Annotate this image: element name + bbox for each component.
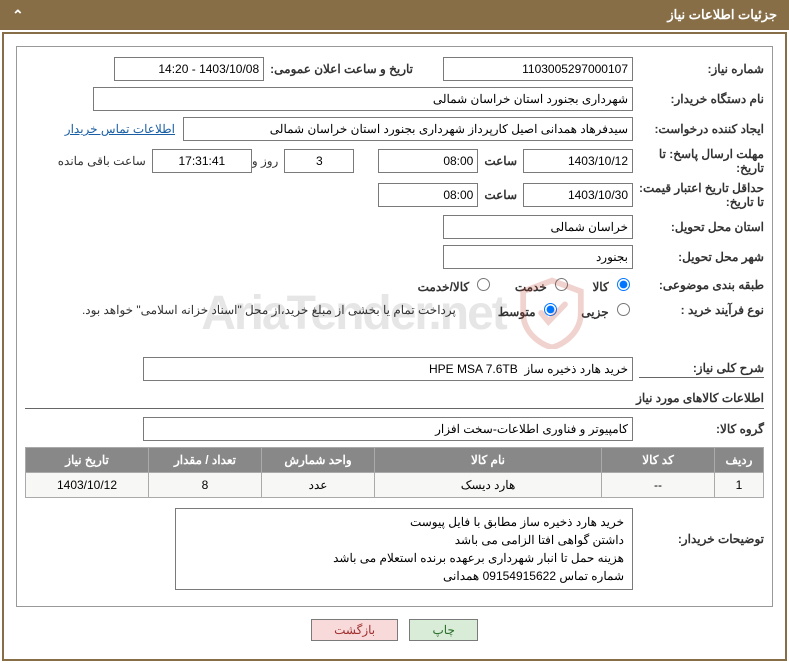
validity-date-field[interactable] [523,183,633,207]
summary-field[interactable] [143,357,633,381]
items-table: ردیف کد کالا نام کالا واحد شمارش تعداد /… [25,447,764,498]
buyer-label: نام دستگاه خریدار: [639,92,764,106]
buyer-field[interactable] [93,87,633,111]
th-date: تاریخ نیاز [26,448,149,473]
deadline-hour-field[interactable] [378,149,478,173]
announce-label: تاریخ و ساعت اعلان عمومی: [270,62,413,76]
panel-header: جزئیات اطلاعات نیاز ⌃ [0,0,789,30]
province-label: استان محل تحویل: [639,220,764,234]
proc-medium-option[interactable]: متوسط [498,305,560,319]
th-unit: واحد شمارش [262,448,375,473]
city-label: شهر محل تحویل: [639,250,764,264]
days-word: روز و [252,154,279,168]
back-button[interactable]: بازگشت [311,619,398,641]
city-field[interactable] [443,245,633,269]
desc-line: هزینه حمل تا انبار شهرداری برعهده برنده … [184,549,624,567]
table-row: 1 -- هارد دیسک عدد 8 1403/10/12 [26,473,764,498]
cell-qty: 8 [149,473,262,498]
buyer-desc-box: خرید هارد ذخیره ساز مطابق با فایل پیوست … [175,508,633,590]
validity-hour-field[interactable] [378,183,478,207]
cat-service-option[interactable]: خدمت [515,280,571,294]
th-row: ردیف [715,448,764,473]
buttons-row: چاپ بازگشت [4,619,785,641]
need-no-field[interactable] [443,57,633,81]
outer-frame: AriaTender.net شماره نیاز: تاریخ و ساعت … [2,32,787,661]
th-name: نام کالا [375,448,602,473]
remain-after: ساعت باقی مانده [58,154,146,168]
cell-unit: عدد [262,473,375,498]
desc-line: داشتن گواهی افتا الزامی می باشد [184,531,624,549]
hour-label-2: ساعت [484,188,517,202]
province-field[interactable] [443,215,633,239]
cat-both-radio[interactable] [477,278,490,291]
requester-field[interactable] [183,117,633,141]
th-code: کد کالا [602,448,715,473]
details-panel: AriaTender.net شماره نیاز: تاریخ و ساعت … [16,46,773,607]
proc-partial-radio[interactable] [617,303,630,316]
category-label: طبقه بندی موضوعی: [639,278,764,292]
requester-label: ایجاد کننده درخواست: [639,122,764,136]
cat-service-radio[interactable] [555,278,568,291]
cell-row: 1 [715,473,764,498]
deadline-date-field[interactable] [523,149,633,173]
cat-goods-radio[interactable] [617,278,630,291]
cell-name: هارد دیسک [375,473,602,498]
validity-label: حداقل تاریخ اعتبار قیمت: تا تاریخ: [639,181,764,209]
th-qty: تعداد / مقدار [149,448,262,473]
desc-line: شماره تماس 09154915622 همدانی [184,567,624,585]
time-remain-field[interactable] [152,149,252,173]
table-header-row: ردیف کد کالا نام کالا واحد شمارش تعداد /… [26,448,764,473]
print-button[interactable]: چاپ [409,619,477,641]
deadline-label: مهلت ارسال پاسخ: تا تاریخ: [639,147,764,175]
group-field[interactable] [143,417,633,441]
desc-line: خرید هارد ذخیره ساز مطابق با فایل پیوست [184,513,624,531]
need-no-label: شماره نیاز: [639,62,764,76]
panel-title: جزئیات اطلاعات نیاز [667,7,777,22]
cat-both-option[interactable]: کالا/خدمت [418,280,494,294]
proc-partial-option[interactable]: جزیی [581,305,633,319]
cat-goods-option[interactable]: کالا [592,280,633,294]
summary-label: شرح کلی نیاز: [639,361,764,378]
items-section-title: اطلاعات کالاهای مورد نیاز [25,391,764,409]
days-remain-field[interactable] [284,149,354,173]
collapse-icon[interactable]: ⌃ [12,7,24,24]
payment-note: پرداخت تمام یا بخشی از مبلغ خرید،از محل … [82,303,456,317]
group-label: گروه کالا: [639,422,764,436]
buyer-desc-label: توضیحات خریدار: [639,532,764,546]
cell-needdate: 1403/10/12 [26,473,149,498]
cell-code: -- [602,473,715,498]
announce-field[interactable] [114,57,264,81]
buyer-contact-link[interactable]: اطلاعات تماس خریدار [65,122,175,136]
proc-medium-radio[interactable] [544,303,557,316]
process-label: نوع فرآیند خرید : [639,303,764,317]
hour-label-1: ساعت [484,154,517,168]
